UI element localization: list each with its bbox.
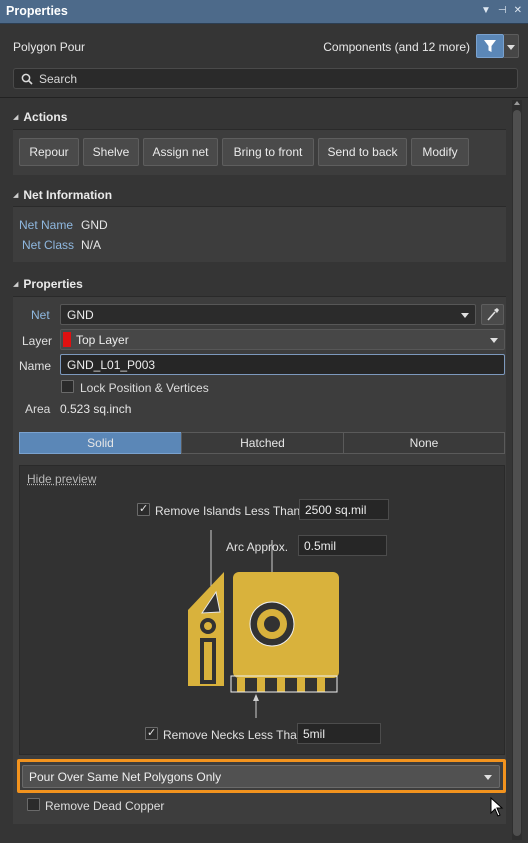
scrollbar-thumb[interactable] [513, 110, 521, 836]
modify-button[interactable]: Modify [411, 138, 469, 166]
fill-mode-hatched[interactable]: Hatched [181, 432, 344, 454]
pin-icon[interactable]: ⊣ [498, 5, 507, 16]
net-select-value: GND [67, 308, 94, 322]
chevron-down-icon [461, 313, 469, 318]
net-information-section [13, 206, 506, 262]
hide-preview-link[interactable]: Hide preview [27, 472, 96, 486]
net-class-value: N/A [81, 238, 102, 252]
remove-necks-checkbox[interactable] [145, 726, 158, 740]
chevron-down-icon [490, 338, 498, 343]
remove-necks-value: 5mil [303, 727, 326, 741]
layer-field-label: Layer [22, 334, 53, 348]
selection-filter-label[interactable]: Components (and 12 more) [323, 40, 470, 54]
lock-position-checkbox[interactable] [61, 380, 74, 393]
layer-select[interactable]: Top Layer [60, 329, 505, 350]
filter-dropdown-button[interactable] [504, 34, 519, 58]
polygon-preview-illustration [188, 530, 339, 718]
net-name-label: Net Name [19, 218, 74, 232]
lock-position-label: Lock Position & Vertices [80, 381, 209, 395]
remove-islands-value: 2500 sq.mil [305, 503, 367, 517]
layer-select-value: Top Layer [76, 333, 129, 347]
layer-color-swatch [63, 332, 71, 347]
bring-to-front-button[interactable]: Bring to front [222, 138, 314, 166]
panel-title-bar: Properties ▼ ⊣ ✕ [0, 0, 528, 24]
net-class-label: Net Class [22, 238, 75, 252]
filter-icon [484, 40, 496, 52]
net-information-section-header[interactable]: Net Information [13, 188, 112, 202]
mouse-cursor-icon [490, 797, 504, 817]
net-name-value: GND [81, 218, 108, 232]
name-input-value: GND_L01_P003 [67, 358, 156, 372]
repour-button[interactable]: Repour [19, 138, 79, 166]
remove-dead-copper-checkbox[interactable] [27, 798, 40, 811]
header-divider [0, 97, 528, 98]
filter-button[interactable] [476, 34, 504, 58]
remove-islands-label: Remove Islands Less Than [155, 504, 301, 518]
area-label: Area [25, 402, 51, 416]
remove-necks-label: Remove Necks Less Than [163, 728, 304, 742]
close-icon[interactable]: ✕ [514, 5, 522, 16]
send-to-back-button[interactable]: Send to back [318, 138, 407, 166]
area-value: 0.523 sq.inch [60, 402, 132, 416]
eyedropper-icon [487, 308, 499, 321]
pour-over-select[interactable]: Pour Over Same Net Polygons Only [22, 765, 500, 788]
name-field-label: Name [19, 359, 52, 373]
pour-over-value: Pour Over Same Net Polygons Only [29, 770, 222, 784]
shelve-button[interactable]: Shelve [83, 138, 139, 166]
scroll-up-icon[interactable] [512, 98, 522, 108]
chevron-down-icon [484, 775, 492, 780]
remove-islands-input[interactable]: 2500 sq.mil [299, 499, 389, 520]
pick-net-button[interactable] [481, 304, 504, 325]
search-input[interactable]: Search [13, 68, 518, 89]
object-type-label: Polygon Pour [13, 40, 86, 54]
fill-mode-solid[interactable]: Solid [19, 432, 182, 454]
actions-section-header[interactable]: Actions [13, 110, 67, 124]
assign-net-button[interactable]: Assign net [143, 138, 218, 166]
properties-section-header[interactable]: Properties [13, 277, 82, 291]
search-placeholder: Search [39, 72, 78, 86]
panel-title: Properties [6, 4, 68, 18]
remove-necks-input[interactable]: 5mil [297, 723, 381, 744]
fill-mode-none[interactable]: None [343, 432, 505, 454]
remove-dead-copper-label: Remove Dead Copper [45, 799, 165, 813]
net-field-label: Net [31, 308, 50, 322]
remove-islands-checkbox[interactable] [137, 502, 150, 516]
net-select[interactable]: GND [60, 304, 476, 325]
name-input[interactable]: GND_L01_P003 [60, 354, 505, 375]
panel-menu-icon[interactable]: ▼ [481, 5, 491, 16]
search-icon [21, 73, 33, 85]
